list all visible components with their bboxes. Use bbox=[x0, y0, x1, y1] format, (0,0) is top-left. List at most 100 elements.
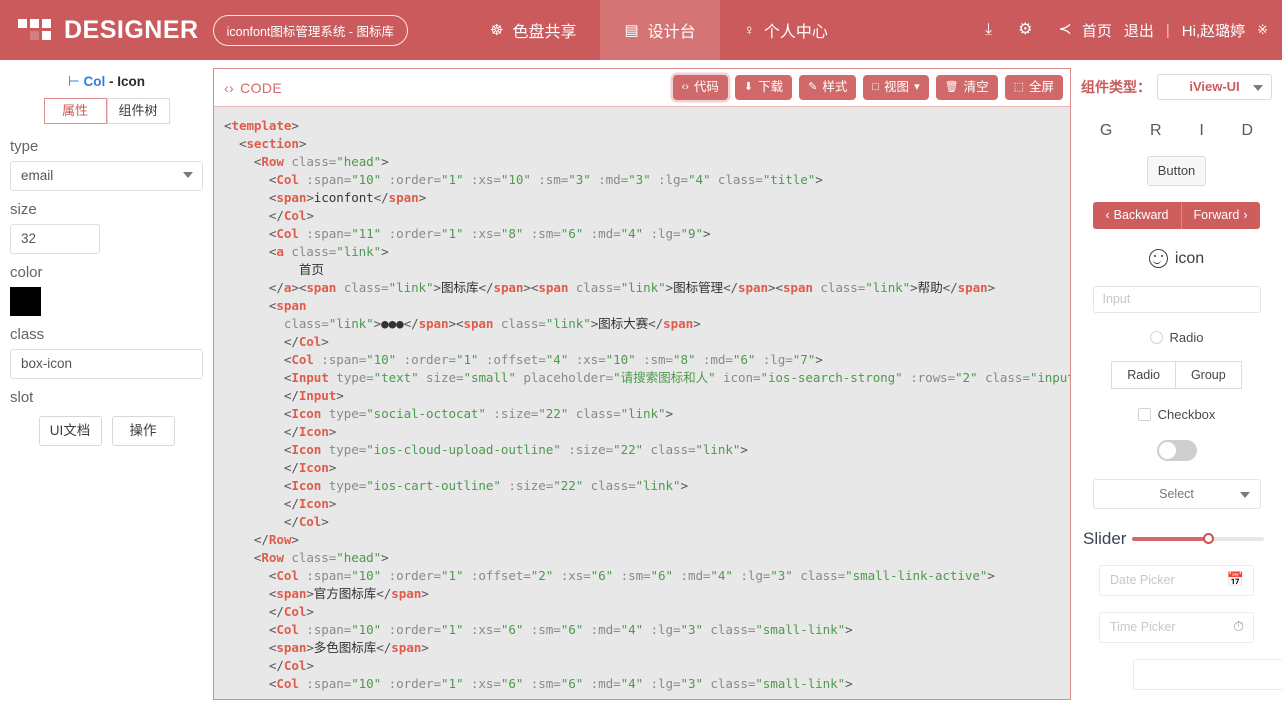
share-icon[interactable]: ≺ bbox=[1058, 22, 1071, 38]
chevron-down-icon: ▾ bbox=[914, 81, 920, 93]
radio-group-option-radio[interactable]: Radio bbox=[1111, 361, 1176, 389]
panel-title: ⊢ Col - Icon bbox=[10, 74, 203, 90]
size-input[interactable]: 32 bbox=[10, 224, 100, 254]
style-button[interactable]: ✎ 样式 bbox=[799, 75, 857, 100]
slider-handle[interactable] bbox=[1202, 533, 1214, 544]
calendar-icon: 📅 bbox=[1226, 571, 1244, 587]
properties-sidebar: ⊢ Col - Icon 属性 组件树 type email size 32 c… bbox=[0, 60, 213, 704]
field-label-size: size bbox=[10, 201, 37, 218]
select-component-preview[interactable]: Select bbox=[1092, 479, 1261, 509]
pencil-icon: ✎ bbox=[808, 81, 818, 93]
nav-item-design-studio[interactable]: ▤ 设计台 bbox=[600, 0, 720, 60]
radio-group-option-group[interactable]: Group bbox=[1175, 361, 1242, 389]
download-button[interactable]: ⬇ 下载 bbox=[734, 75, 793, 100]
code-brackets-icon: ‹› bbox=[224, 79, 235, 96]
ui-docs-button[interactable]: UI文档 bbox=[38, 416, 102, 446]
palette-icon: ☸ bbox=[489, 21, 504, 39]
trash-icon: 🗑 bbox=[944, 81, 959, 93]
forward-button[interactable]: Forward › bbox=[1180, 202, 1260, 229]
type-select-wrap[interactable]: email bbox=[10, 161, 203, 191]
slider-track[interactable] bbox=[1132, 533, 1265, 544]
radio-component-preview[interactable]: Radio bbox=[1081, 330, 1272, 345]
logout-link[interactable]: 退出 bbox=[1124, 20, 1154, 41]
clock-icon: ⏱ bbox=[1233, 618, 1244, 634]
radio-group-component-preview: Radio Group bbox=[1111, 361, 1242, 389]
square-icon: □ bbox=[872, 81, 880, 93]
slider-label: Slider bbox=[1083, 529, 1127, 548]
icon-label: icon bbox=[1174, 249, 1205, 267]
view-button[interactable]: □ 视图 ▾ bbox=[863, 75, 929, 100]
upload-icon[interactable]: ⤓ bbox=[985, 22, 992, 38]
select-label: Select bbox=[1159, 487, 1194, 501]
component-type-value: iView-UI bbox=[1189, 79, 1240, 94]
home-link[interactable]: 首页 bbox=[1082, 20, 1112, 41]
radio-label: Radio bbox=[1169, 330, 1204, 345]
system-chip: iconfont图标管理系统 - 图标库 bbox=[212, 14, 408, 46]
grid-letter[interactable]: G bbox=[1100, 122, 1112, 140]
app-header: DESIGNER iconfont图标管理系统 - 图标库 ☸ 色盘共享 ▤ 设… bbox=[0, 0, 1282, 60]
nav-item-palette-share[interactable]: ☸ 色盘共享 bbox=[466, 0, 600, 60]
checkbox-label: Checkbox bbox=[1157, 407, 1216, 422]
time-picker-placeholder: Time Picker bbox=[1110, 620, 1176, 634]
download-icon: ⬇ bbox=[743, 81, 754, 93]
button-group-preview-row: ‹ Backward Forward › bbox=[1081, 186, 1272, 229]
header-spacer bbox=[852, 0, 985, 60]
gear-icon[interactable]: ⚙ bbox=[1018, 22, 1032, 38]
fullscreen-button-label: 全屏 bbox=[1028, 80, 1054, 94]
forward-label: Forward bbox=[1193, 208, 1240, 222]
nav-item-personal-center[interactable]: ♀ 个人中心 bbox=[720, 0, 852, 60]
date-picker-placeholder: Date Picker bbox=[1110, 573, 1175, 587]
button-component-preview[interactable]: Button bbox=[1147, 156, 1206, 186]
view-button-label: 视图 bbox=[884, 80, 910, 94]
sparkle-icon[interactable]: ※ bbox=[1257, 22, 1268, 38]
date-picker-component-preview[interactable]: Date Picker 📅 bbox=[1099, 565, 1254, 596]
nav-label: 设计台 bbox=[647, 24, 696, 41]
chevron-down-icon bbox=[1239, 492, 1250, 498]
color-swatch[interactable] bbox=[10, 287, 41, 316]
code-title-label: CODE bbox=[240, 79, 283, 96]
component-type-select[interactable]: iView-UI bbox=[1157, 74, 1272, 100]
grid-letter[interactable]: R bbox=[1150, 122, 1162, 140]
header-divider: | bbox=[1165, 21, 1170, 39]
type-select[interactable]: email bbox=[10, 161, 203, 191]
operations-button[interactable]: 操作 bbox=[111, 416, 175, 446]
grid-letter[interactable]: D bbox=[1242, 122, 1254, 140]
grid-letter[interactable]: I bbox=[1199, 122, 1203, 140]
field-label-type: type bbox=[10, 138, 39, 155]
sidebar-tabs: 属性 组件树 bbox=[10, 98, 203, 124]
smiley-icon bbox=[1148, 249, 1168, 268]
icon-component-preview[interactable]: icon bbox=[1081, 249, 1272, 268]
selected-component-name: Col bbox=[83, 74, 106, 89]
time-picker-component-preview[interactable]: Time Picker ⏱ bbox=[1099, 612, 1254, 643]
next-component-preview-partial[interactable] bbox=[1133, 659, 1282, 690]
tab-component-tree[interactable]: 组件树 bbox=[106, 98, 170, 124]
code-button[interactable]: ‹› 代码 bbox=[672, 75, 728, 100]
code-panel-header: ‹› CODE ‹› 代码 ⬇ 下载 ✎ 样式 □ 视图 ▾ 🗑 清空 ⬚ 全屏 bbox=[214, 69, 1070, 107]
code-editor-area[interactable]: <template> <section> <Row class="head"> … bbox=[214, 107, 1070, 699]
selected-component-suffix: - Icon bbox=[109, 74, 146, 89]
download-button-label: 下载 bbox=[758, 80, 784, 94]
switch-component-preview[interactable] bbox=[1156, 440, 1197, 461]
designer-logo-icon bbox=[18, 17, 52, 43]
user-greeting: Hi,赵璐婷 bbox=[1181, 22, 1246, 40]
input-component-preview[interactable]: Input bbox=[1092, 286, 1261, 313]
tab-properties[interactable]: 属性 bbox=[43, 98, 107, 124]
class-input[interactable]: box-icon bbox=[10, 349, 203, 379]
clear-button-label: 清空 bbox=[963, 80, 989, 94]
fullscreen-icon: ⬚ bbox=[1013, 81, 1024, 93]
backward-button[interactable]: ‹ Backward bbox=[1093, 202, 1181, 229]
checkbox-component-preview[interactable]: Checkbox bbox=[1081, 407, 1272, 422]
chevron-left-icon: ‹ bbox=[1105, 208, 1110, 222]
input-preview-row: Input bbox=[1081, 268, 1272, 313]
tree-tick-icon: ⊢ bbox=[67, 74, 80, 89]
field-label-class: class bbox=[10, 326, 45, 343]
component-type-label: 组件类型： bbox=[1081, 79, 1151, 95]
style-button-label: 样式 bbox=[822, 80, 848, 94]
nav-label: 个人中心 bbox=[763, 24, 828, 41]
radio-group-preview-row: Radio Group bbox=[1081, 345, 1272, 389]
code-source[interactable]: <template> <section> <Row class="head"> … bbox=[224, 117, 1070, 693]
field-label-slot: slot bbox=[10, 389, 34, 406]
fullscreen-button[interactable]: ⬚ 全屏 bbox=[1004, 75, 1063, 100]
chevron-right-icon: › bbox=[1243, 208, 1248, 222]
clear-button[interactable]: 🗑 清空 bbox=[935, 75, 998, 100]
